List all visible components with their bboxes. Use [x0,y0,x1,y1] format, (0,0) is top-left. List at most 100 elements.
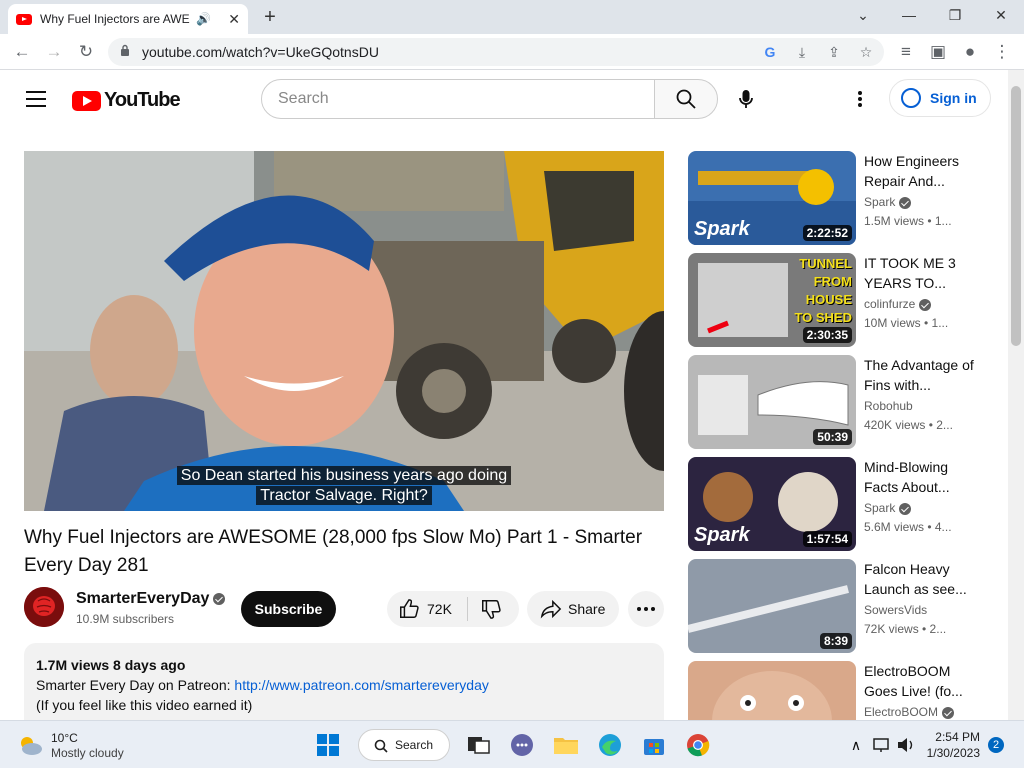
related-video-title[interactable]: The Advantage of Fins with... [864,355,982,395]
chrome-browser-icon[interactable] [684,731,712,759]
minimize-button[interactable]: — [886,4,932,28]
caption-line-1: So Dean started his business years ago d… [24,466,664,485]
bookmark-star-icon[interactable]: ☆ [856,42,876,62]
page-scrollbar[interactable] [1008,70,1024,720]
related-video-thumbnail[interactable]: 8:39 [688,559,856,653]
voice-search-mic-icon[interactable] [734,87,758,111]
like-count[interactable]: 72K [427,601,452,617]
patreon-link[interactable]: http://www.patreon.com/smartereveryday [234,677,488,693]
youtube-logo[interactable]: YouTube [72,89,181,112]
taskbar-search-label: Search [395,738,434,752]
related-video-item[interactable]: TUNNEL FROM HOUSE TO SHED 2:30:35 IT TOOK ME … [688,253,998,347]
clock-date[interactable]: 1/30/2023 [920,746,980,760]
browser-tab[interactable]: Why Fuel Injectors are AWESOME 🔊 ✕ [8,4,248,34]
sign-in-label: Sign in [930,90,977,106]
microsoft-store-icon[interactable] [640,731,668,759]
video-title: Why Fuel Injectors are AWESOME (28,000 f… [24,527,643,576]
search-button[interactable] [654,79,718,119]
related-video-channel[interactable]: Robohub [864,399,913,413]
dislike-thumb-down-icon[interactable] [480,598,502,620]
share-arrow-icon [540,599,562,619]
maximize-button[interactable]: ❐ [932,4,978,28]
close-window-button[interactable]: ✕ [978,4,1024,28]
url-text[interactable]: youtube.com/watch?v=UkeGQotnsDU [142,44,379,60]
forward-button[interactable]: → [42,40,66,64]
tab-title: Why Fuel Injectors are AWESOME [40,12,190,26]
related-video-channel[interactable]: ElectroBOOM [864,705,955,719]
teams-chat-icon[interactable] [508,731,536,759]
video-duration: 50:39 [813,429,852,445]
search-input[interactable]: Search [261,79,655,119]
related-video-thumbnail[interactable]: 50:39 [688,355,856,449]
scrollbar-thumb[interactable] [1011,86,1021,346]
share-page-icon[interactable]: ⇪ [824,42,844,62]
back-button[interactable]: ← [10,40,34,64]
related-video-item[interactable]: 8:39 Falcon Heavy Launch as see... SowersV… [688,559,998,653]
related-video-channel[interactable]: colinfurze [864,297,932,311]
side-panel-icon[interactable]: ▣ [926,40,950,64]
youtube-logo-text: YouTube [104,89,181,111]
related-video-title[interactable]: ElectroBOOM Goes Live! (fo... [864,661,982,701]
related-video-channel[interactable]: Spark [864,195,912,209]
weather-temperature[interactable]: 10°C [51,731,78,745]
user-circle-icon [901,88,921,108]
task-view-icon[interactable] [464,731,492,759]
related-video-title[interactable]: Falcon Heavy Launch as see... [864,559,982,599]
edge-browser-icon[interactable] [596,731,624,759]
show-hidden-icons-chevron-icon[interactable]: ∧ [842,731,870,759]
settings-more-icon[interactable] [850,87,870,111]
related-video-item[interactable]: Spark 1:57:54 Mind-Blowing Facts About... S… [688,457,998,551]
related-video-item[interactable]: Spark 2:22:52 How Engineers Repair And... S… [688,151,998,245]
caption-line-2: Tractor Salvage. Right? [24,486,664,505]
brain-logo-icon [24,587,64,627]
hamburger-menu-icon[interactable] [26,91,46,107]
weather-description[interactable]: Mostly cloudy [51,746,124,760]
channel-name[interactable]: SmarterEveryDay [76,590,226,608]
subscribe-button[interactable]: Subscribe [241,591,336,627]
profile-avatar-icon[interactable]: ● [958,40,982,64]
related-video-thumbnail[interactable]: Spark 2:22:52 [688,151,856,245]
video-duration: 2:30:35 [802,327,852,343]
verified-check-icon [899,196,912,209]
file-explorer-icon[interactable] [552,731,580,759]
related-video-title[interactable]: How Engineers Repair And... [864,151,982,191]
channel-avatar[interactable] [24,587,64,627]
more-actions-button[interactable] [628,591,664,627]
verified-check-icon [213,592,226,605]
media-control-icon[interactable]: ≡ [894,40,918,64]
related-video-title[interactable]: IT TOOK ME 3 YEARS TO... [864,253,982,293]
address-bar[interactable]: youtube.com/watch?v=UkeGQotnsDU G ⤓ ⇪ ☆ [108,38,884,66]
related-video-channel[interactable]: Spark [864,501,912,515]
tab-close-icon[interactable]: ✕ [228,11,240,28]
youtube-play-icon [72,90,101,111]
google-translate-icon[interactable]: G [760,42,780,62]
related-video-thumbnail[interactable]: Spark 1:57:54 [688,457,856,551]
window-title-bar: Why Fuel Injectors are AWESOME 🔊 ✕ + ⌄ —… [0,0,1024,34]
new-tab-button[interactable]: + [258,6,282,29]
related-video-title[interactable]: Mind-Blowing Facts About... [864,457,982,497]
install-app-icon[interactable]: ⤓ [792,42,812,62]
weather-cloud-icon[interactable] [16,731,44,759]
tab-search-chevron-icon[interactable]: ⌄ [840,4,886,28]
windows-start-icon[interactable] [314,731,342,759]
audio-playing-icon[interactable]: 🔊 [196,12,211,26]
related-video-thumbnail[interactable]: TUNNEL FROM HOUSE TO SHED 2:30:35 [688,253,856,347]
taskbar-search-button[interactable]: Search [358,729,450,761]
volume-speaker-icon[interactable] [892,731,920,759]
sign-in-button[interactable]: Sign in [889,79,991,117]
clock-time[interactable]: 2:54 PM [930,730,980,744]
lock-icon[interactable] [120,44,130,56]
notification-badge[interactable]: 2 [988,737,1004,753]
verified-check-icon [919,298,932,311]
related-video-meta: 72K views • 2... [864,622,947,636]
related-video-item[interactable]: 50:39 The Advantage of Fins with... Robohu… [688,355,998,449]
like-thumb-up-icon[interactable] [398,598,420,620]
related-video-meta: 420K views • 2... [864,418,953,432]
video-duration: 2:22:52 [802,225,852,241]
share-button[interactable]: Share [527,591,619,627]
related-video-channel[interactable]: SowersVids [864,603,927,617]
browser-menu-icon[interactable]: ⋮ [990,40,1014,64]
search-icon [676,89,696,109]
reload-button[interactable]: ↻ [74,40,98,64]
video-player[interactable]: So Dean started his business years ago d… [24,151,664,511]
